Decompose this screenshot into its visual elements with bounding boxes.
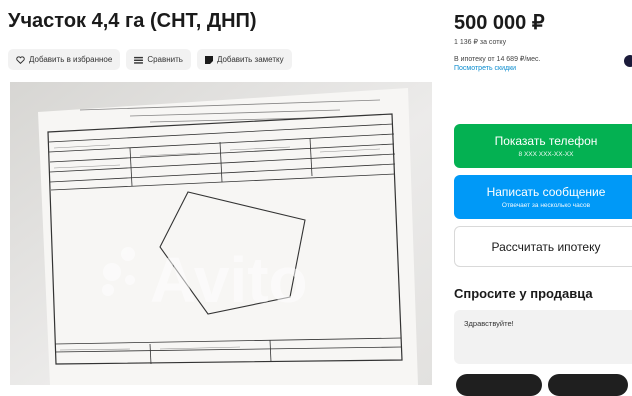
compare-button[interactable]: Сравнить [126, 49, 191, 70]
indicator-dot [624, 55, 632, 67]
cadastral-document-image: Avito [10, 82, 432, 385]
show-phone-button[interactable]: Показать телефон 8 XXX XXX-XX-XX [454, 124, 632, 168]
price-per-unit: 1 136 ₽ за сотку [454, 39, 507, 46]
add-note-button[interactable]: Добавить заметку [196, 49, 292, 70]
quick-question-chip[interactable] [548, 374, 628, 396]
masked-phone-number: 8 XXX XXX-XX-XX [518, 151, 574, 158]
listing-photo[interactable]: Avito [10, 82, 432, 385]
compare-label: Сравнить [147, 55, 183, 64]
write-message-button[interactable]: Написать сообщение Отвечает за несколько… [454, 175, 632, 219]
response-time: Отвечает за несколько часов [501, 202, 591, 209]
ask-seller-heading: Спросите у продавца [454, 286, 593, 301]
add-note-label: Добавить заметку [216, 55, 284, 64]
add-to-favorites-label: Добавить в избранное [29, 55, 113, 64]
compare-icon [134, 56, 144, 64]
svg-text:Avito: Avito [150, 244, 308, 316]
listing-actions: Добавить в избранное Сравнить Добавить з… [8, 49, 292, 70]
calculate-mortgage-label: Рассчитать ипотеку [491, 239, 601, 254]
add-to-favorites-button[interactable]: Добавить в избранное [8, 49, 121, 70]
heart-icon [16, 55, 25, 64]
quick-question-chip[interactable] [456, 374, 542, 396]
mortgage-monthly: В ипотеку от 14 689 ₽/мес. [454, 56, 541, 63]
calculate-mortgage-button[interactable]: Рассчитать ипотеку [454, 226, 632, 267]
listing-price: 500 000 ₽ [454, 12, 545, 34]
ask-seller-input[interactable]: Здравствуйте! [454, 310, 632, 364]
write-message-label: Написать сообщение [486, 185, 606, 199]
view-discounts-link[interactable]: Посмотреть скидки [454, 65, 516, 72]
listing-title: Участок 4,4 га (СНТ, ДНП) [8, 10, 257, 32]
show-phone-label: Показать телефон [494, 134, 598, 148]
note-icon [204, 55, 213, 64]
